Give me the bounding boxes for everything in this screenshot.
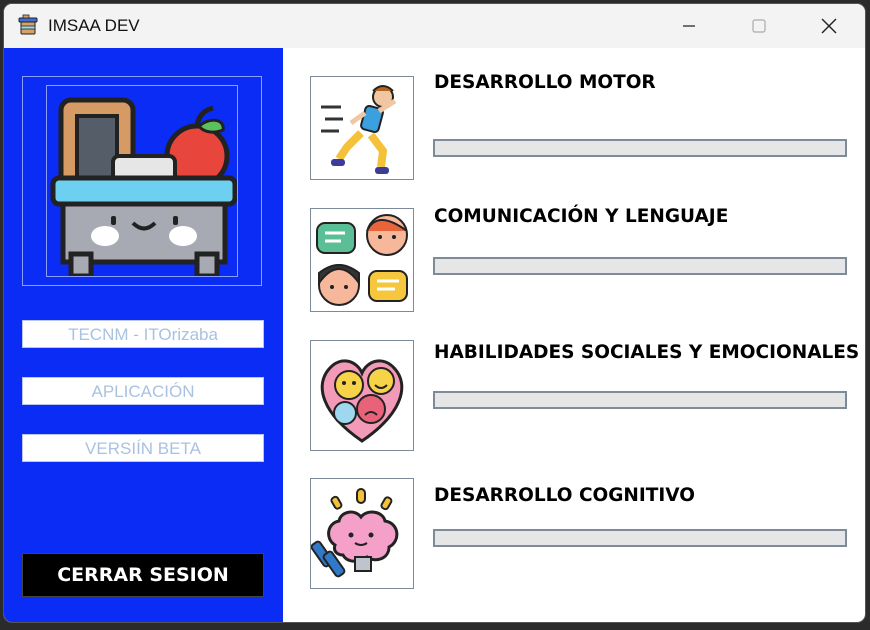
institution-field[interactable]: TECNM - ITOrizaba xyxy=(22,320,264,348)
logo-inner-frame xyxy=(46,85,238,279)
logo-frame xyxy=(22,76,262,286)
window-title: IMSAA DEV xyxy=(48,16,140,35)
title-bar[interactable]: IMSAA DEV xyxy=(4,4,865,48)
maximize-icon xyxy=(752,19,766,33)
close-icon xyxy=(821,18,837,34)
motor-area-image[interactable] xyxy=(310,76,414,180)
cognitive-area-title: DESARROLLO COGNITIVO xyxy=(434,485,696,506)
cognitive-area-image[interactable] xyxy=(310,478,414,589)
minimize-button[interactable] xyxy=(654,4,724,48)
app-window: IMSAA DEV TECNM - ITOrizaba APLICACIÓN V… xyxy=(4,4,865,622)
motor-area-title: DESARROLLO MOTOR xyxy=(434,72,656,93)
version-field[interactable]: VERSIÍN BETA xyxy=(22,434,264,462)
social-progress-bar xyxy=(433,391,847,409)
minimize-icon xyxy=(683,25,695,27)
communication-area-image[interactable] xyxy=(310,208,414,312)
logout-button[interactable]: CERRAR SESION xyxy=(22,553,264,597)
social-area-image[interactable] xyxy=(310,340,414,451)
close-button[interactable] xyxy=(794,4,864,48)
cognitive-progress-bar xyxy=(433,529,847,547)
sidebar: TECNM - ITOrizaba APLICACIÓN VERSIÍN BET… xyxy=(4,48,283,622)
running-child-icon xyxy=(321,85,397,174)
school-desk-icon xyxy=(50,97,238,279)
motor-progress-bar xyxy=(433,139,847,157)
application-field[interactable]: APLICACIÓN xyxy=(22,377,264,405)
maximize-button[interactable] xyxy=(724,4,794,48)
communication-area-title: COMUNICACIÓN Y LENGUAJE xyxy=(434,206,729,227)
communication-progress-bar xyxy=(433,257,847,275)
chat-faces-icon xyxy=(316,214,408,306)
emotions-heart-icon xyxy=(320,359,404,443)
app-logo-icon xyxy=(18,14,38,35)
brain-dumbbell-icon xyxy=(310,488,399,578)
social-area-title: HABILIDADES SOCIALES Y EMOCIONALES xyxy=(434,342,860,363)
